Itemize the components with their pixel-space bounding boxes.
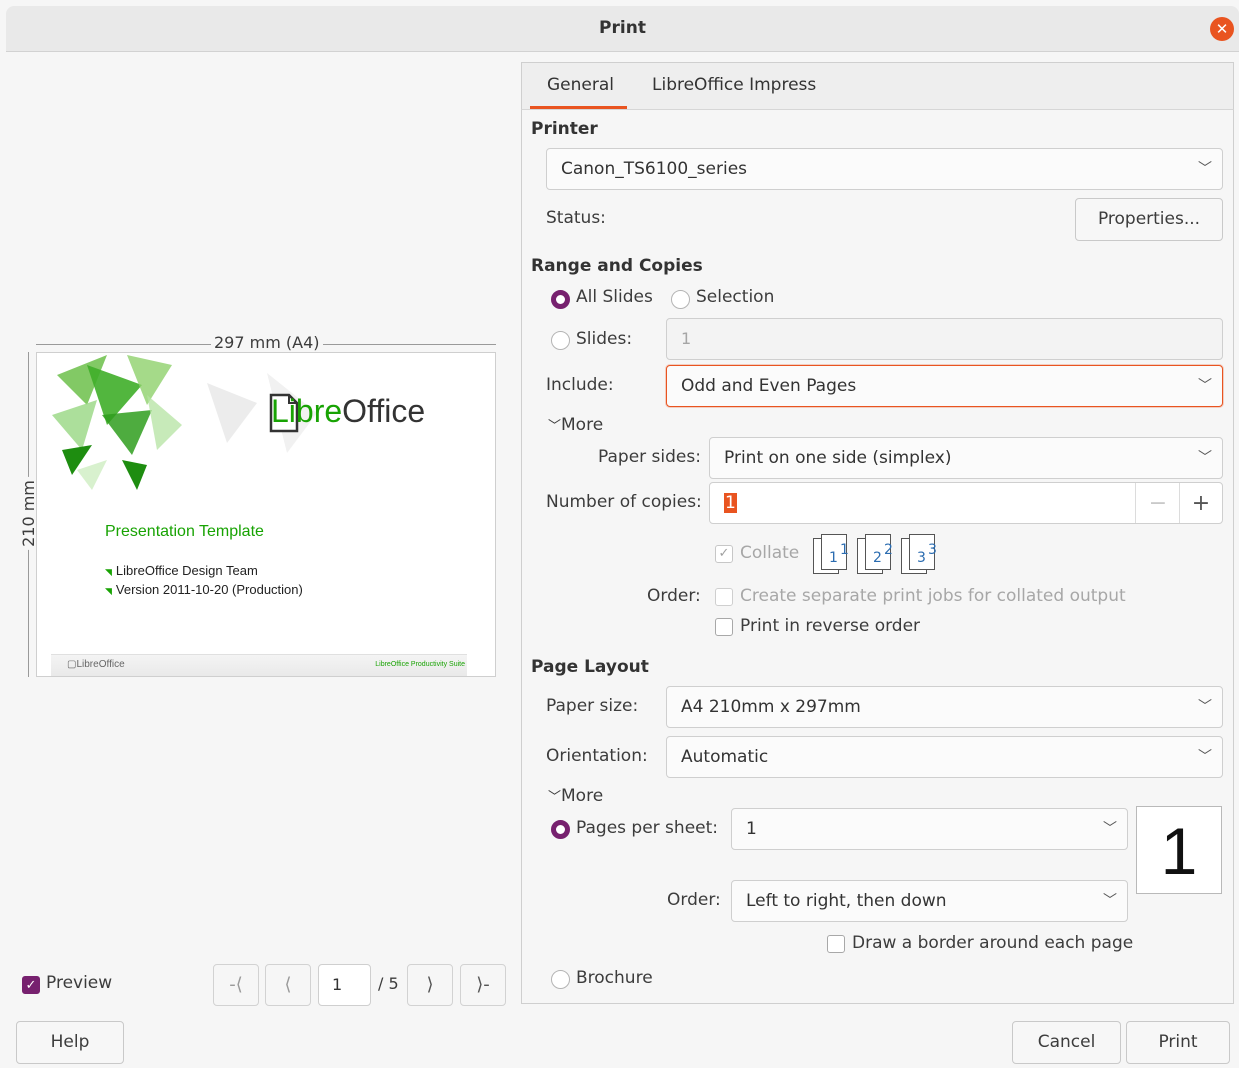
paper-sides-select[interactable]: Print on one side (simplex) ﹀	[709, 437, 1223, 479]
status-label: Status:	[546, 208, 606, 228]
slide-preview: LibreOffice Presentation Template ◥ Libre…	[36, 352, 496, 677]
close-icon[interactable]: ✕	[1210, 17, 1234, 41]
separate-jobs-checkbox[interactable]	[715, 588, 733, 606]
page-layout-section-title: Page Layout	[531, 657, 649, 677]
layout-order-label: Order:	[667, 890, 721, 910]
slides-label: Slides:	[576, 329, 633, 349]
include-label: Include:	[546, 375, 614, 395]
chevron-down-icon: ﹀	[1198, 161, 1212, 177]
selection-radio[interactable]	[671, 290, 690, 309]
tab-libreoffice-impress[interactable]: LibreOffice Impress	[652, 75, 816, 95]
chevron-down-icon: ﹀	[1198, 699, 1212, 715]
increase-copies-button[interactable]: +	[1179, 485, 1223, 523]
window-title: Print	[599, 18, 646, 38]
footer-logo: ▢LibreOffice	[67, 659, 125, 670]
orientation-select[interactable]: Automatic ﹀	[666, 736, 1223, 778]
slide-title: Presentation Template	[105, 523, 264, 540]
collate-page-number: 1	[829, 550, 838, 566]
paper-size-select[interactable]: A4 210mm x 297mm ﹀	[666, 686, 1223, 728]
last-page-button[interactable]: ⟩-	[460, 964, 506, 1006]
layout-order-select[interactable]: Left to right, then down ﹀	[731, 880, 1128, 922]
slides-input[interactable]: 1	[666, 318, 1223, 360]
tab-bar: General LibreOffice Impress	[521, 62, 1234, 110]
all-slides-label: All Slides	[576, 287, 653, 307]
separate-jobs-label: Create separate print jobs for collated …	[740, 586, 1126, 606]
next-page-button[interactable]: ⟩	[407, 964, 453, 1006]
collate-page-number: 3	[928, 542, 937, 558]
draw-border-label: Draw a border around each page	[852, 933, 1134, 953]
chevron-down-icon: ﹀	[1198, 378, 1212, 394]
include-select[interactable]: Odd and Even Pages ﹀	[666, 365, 1223, 407]
page-total: / 5	[378, 974, 399, 993]
range-more-expander[interactable]: ﹀More	[548, 415, 603, 435]
first-page-button[interactable]: -⟨	[213, 964, 259, 1006]
printer-section-title: Printer	[531, 119, 598, 139]
printer-select[interactable]: Canon_TS6100_series ﹀	[546, 148, 1223, 190]
collate-page-number: 2	[884, 542, 893, 558]
footer-text: LibreOffice Productivity Suite	[375, 661, 465, 668]
copies-label: Number of copies:	[546, 492, 702, 512]
properties-button[interactable]: Properties...	[1075, 198, 1223, 241]
preview-checkbox[interactable]: ✓	[22, 976, 40, 994]
collate-page-number: 3	[917, 550, 926, 566]
pages-per-sheet-radio[interactable]	[551, 820, 570, 839]
reverse-order-checkbox[interactable]	[715, 618, 733, 636]
chevron-down-icon: ﹀	[1103, 893, 1117, 909]
width-dimension-label: 297 mm (A4)	[211, 333, 323, 352]
orientation-label: Orientation:	[546, 746, 648, 766]
print-dialog: Print ✕ 297 mm (A4) 210 mm LibreOffice P…	[0, 0, 1239, 1068]
decrease-copies-button[interactable]: −	[1136, 485, 1180, 523]
layout-more-expander[interactable]: ﹀More	[548, 786, 603, 806]
page-number-input[interactable]: 1	[318, 964, 371, 1006]
previous-page-button[interactable]: ⟨	[265, 964, 311, 1006]
pages-per-sheet-select[interactable]: 1 ﹀	[731, 808, 1128, 850]
pages-per-sheet-label: Pages per sheet:	[576, 818, 719, 838]
slide-bullet: ◥ Version 2011-10-20 (Production)	[105, 582, 303, 597]
collate-checkbox[interactable]: ✓	[715, 545, 733, 563]
order-label: Order:	[647, 586, 701, 606]
copies-value: 1	[724, 493, 737, 513]
help-button[interactable]: Help	[16, 1021, 124, 1064]
collate-page-number: 1	[840, 542, 849, 558]
cancel-button[interactable]: Cancel	[1012, 1021, 1121, 1064]
selection-label: Selection	[696, 287, 775, 307]
brochure-label: Brochure	[576, 968, 653, 988]
paper-size-label: Paper size:	[546, 696, 639, 716]
leaf-graphic-icon	[52, 355, 182, 490]
chevron-down-icon: ﹀	[1198, 450, 1212, 466]
tab-general[interactable]: General	[547, 75, 614, 95]
brochure-radio[interactable]	[551, 970, 570, 989]
chevron-down-icon: ﹀	[1103, 821, 1117, 837]
chevron-down-icon: ﹀	[548, 419, 562, 434]
draw-border-checkbox[interactable]	[827, 935, 845, 953]
range-section-title: Range and Copies	[531, 256, 703, 276]
slide-footer: ▢LibreOffice LibreOffice Productivity Su…	[51, 654, 467, 676]
print-button[interactable]: Print	[1126, 1021, 1230, 1064]
chevron-down-icon: ﹀	[1198, 749, 1212, 765]
chevron-down-icon: ﹀	[548, 790, 562, 805]
slide-bullet: ◥ LibreOffice Design Team	[105, 563, 258, 578]
libreoffice-wordmark: LibreOffice	[271, 393, 426, 429]
paper-sides-label: Paper sides:	[598, 447, 701, 467]
all-slides-radio[interactable]	[551, 290, 570, 309]
collate-label: Collate	[740, 543, 800, 563]
title-bar: Print	[6, 6, 1239, 52]
pages-per-sheet-preview: 1	[1136, 806, 1222, 894]
slides-radio[interactable]	[551, 331, 570, 350]
collate-page-number: 2	[873, 550, 882, 566]
preview-label: Preview	[46, 973, 113, 993]
active-tab-indicator	[530, 106, 627, 109]
reverse-order-label: Print in reverse order	[740, 616, 921, 636]
